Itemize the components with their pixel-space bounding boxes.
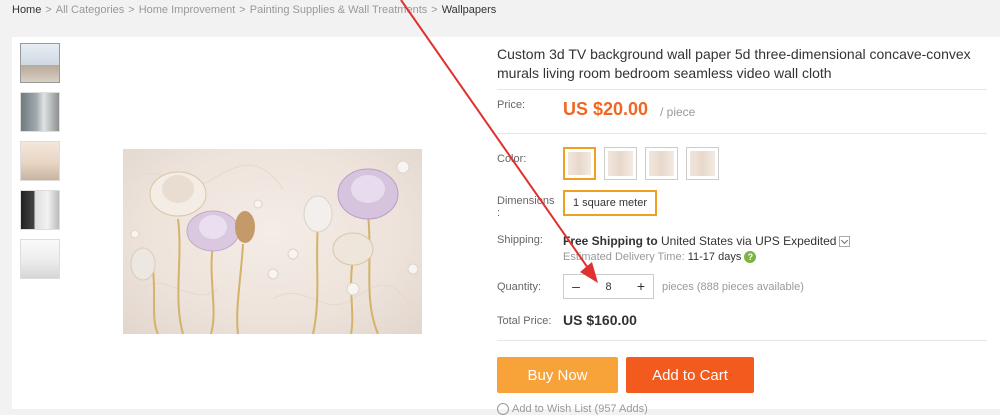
breadcrumb-separator: > xyxy=(45,4,52,16)
thumbnail-5[interactable] xyxy=(20,239,60,279)
color-swatch-2[interactable] xyxy=(604,147,637,180)
divider xyxy=(497,89,987,90)
quantity-increase-button[interactable]: + xyxy=(629,275,653,298)
total-price-label: Total Price: xyxy=(497,315,552,327)
breadcrumb-separator: > xyxy=(239,4,246,16)
quantity-stepper: – + xyxy=(563,274,654,299)
color-swatch-4[interactable] xyxy=(686,147,719,180)
total-price-value: US $160.00 xyxy=(563,312,637,328)
breadcrumb: Home > All Categories > Home Improvement > Pai… xyxy=(12,4,496,16)
quantity-input[interactable] xyxy=(588,275,629,298)
dimension-option[interactable]: 1 square meter xyxy=(563,190,657,216)
delivery-days: 11-17 days xyxy=(687,251,742,263)
breadcrumb-painting-supplies[interactable]: Painting Supplies & Wall Treatments xyxy=(250,4,428,16)
buy-now-button[interactable]: Buy Now xyxy=(497,357,618,393)
delivery-info: Estimated Delivery Time: 11-17 days? xyxy=(563,251,757,264)
thumbnail-4[interactable] xyxy=(20,190,60,230)
quantity-available: pieces (888 pieces available) xyxy=(662,281,804,293)
heart-icon xyxy=(497,403,509,415)
add-to-wishlist[interactable]: Add to Wish List (957 Adds) xyxy=(497,403,648,415)
price-value: US $20.00 xyxy=(563,99,649,119)
product-panel: Custom 3d TV background wall paper 5d th… xyxy=(12,37,1000,415)
dimensions-label: Dimensions : xyxy=(497,195,555,219)
breadcrumb-home[interactable]: Home xyxy=(12,4,41,16)
question-circle-icon[interactable]: ? xyxy=(744,251,757,264)
color-label: Color: xyxy=(497,153,527,165)
chevron-down-icon[interactable] xyxy=(839,236,851,248)
floral-mural-illustration xyxy=(130,160,419,334)
breadcrumb-separator: > xyxy=(128,4,135,16)
thumbnail-3[interactable] xyxy=(20,141,60,181)
quantity-decrease-button[interactable]: – xyxy=(564,275,588,298)
breadcrumb-all-categories[interactable]: All Categories xyxy=(56,4,124,16)
color-swatch-3[interactable] xyxy=(645,147,678,180)
shipping-info[interactable]: Free Shipping to United States via UPS E… xyxy=(563,234,851,248)
breadcrumb-current: Wallpapers xyxy=(441,4,497,16)
divider xyxy=(497,133,987,134)
price-label: Price: xyxy=(497,99,526,111)
thumbnail-1[interactable] xyxy=(20,43,60,83)
wishlist-label: Add to Wish List (957 Adds) xyxy=(512,403,648,415)
color-swatch-1[interactable] xyxy=(563,147,596,180)
shipping-label: Shipping: xyxy=(497,234,543,246)
free-shipping-text: Free Shipping to xyxy=(563,234,658,248)
thumbnail-list xyxy=(20,43,62,288)
main-product-image[interactable] xyxy=(123,149,422,334)
breadcrumb-separator: > xyxy=(431,4,438,16)
quantity-label: Quantity: xyxy=(497,281,542,293)
price-unit: / piece xyxy=(660,105,696,119)
shipping-destination: United States via UPS Expedited xyxy=(661,234,837,248)
add-to-cart-button[interactable]: Add to Cart xyxy=(626,357,754,393)
divider xyxy=(497,340,987,341)
breadcrumb-home-improvement[interactable]: Home Improvement xyxy=(139,4,236,16)
thumbnail-2[interactable] xyxy=(20,92,60,132)
product-title: Custom 3d TV background wall paper 5d th… xyxy=(497,46,971,81)
delivery-label: Estimated Delivery Time: xyxy=(563,251,685,263)
